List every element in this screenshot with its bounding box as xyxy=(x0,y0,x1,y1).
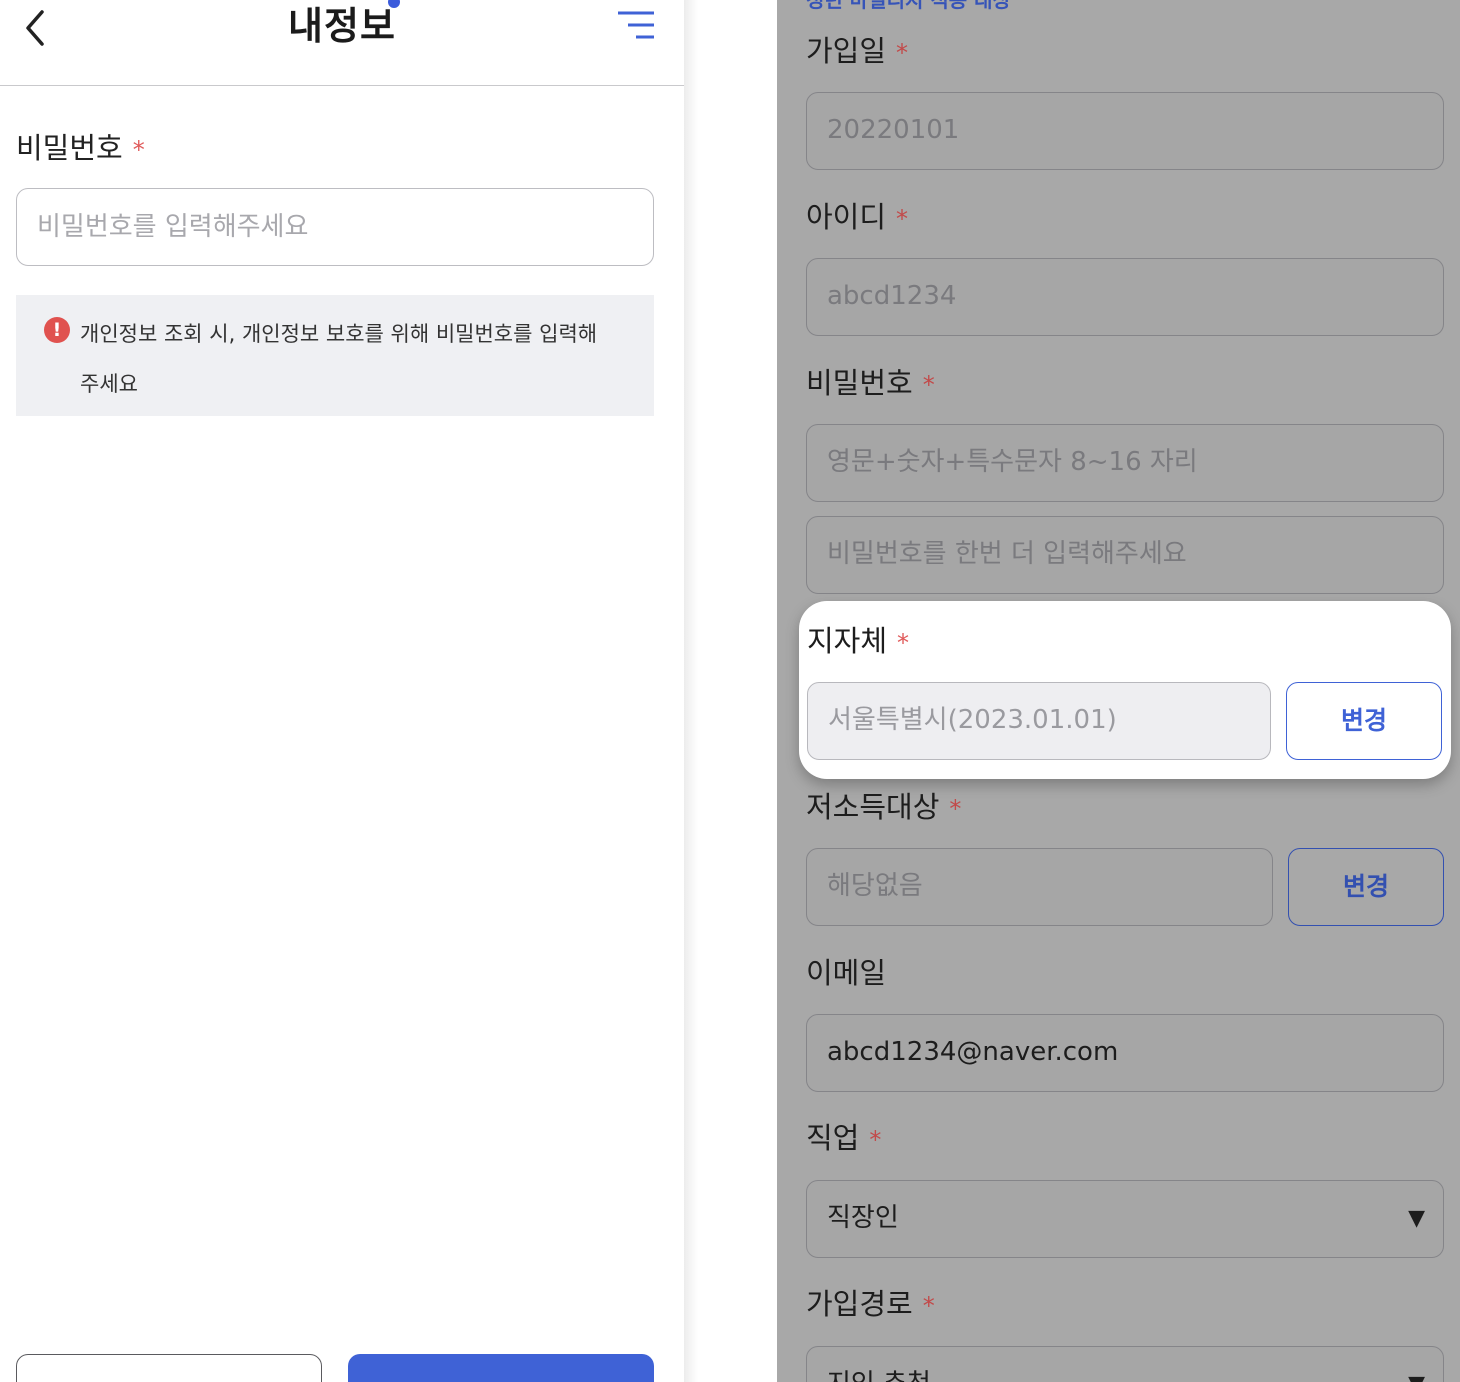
required-mark: * xyxy=(897,629,910,657)
dropdown-arrow-icon: ▼ xyxy=(1408,1347,1425,1382)
low-income-label: 저소득대상 * xyxy=(806,790,962,824)
region-field: 서울특별시(2023.01.01) xyxy=(807,682,1271,760)
join-date-label: 가입일 * xyxy=(806,34,909,68)
confirm-button[interactable] xyxy=(348,1354,654,1382)
email-input[interactable]: abcd1234@naver.com xyxy=(806,1014,1444,1092)
email-label: 이메일 xyxy=(806,956,887,990)
app-header: 내정보 xyxy=(0,0,684,86)
required-mark: * xyxy=(869,1126,882,1154)
region-label: 지자체 * xyxy=(807,624,910,658)
join-path-label: 가입경로 * xyxy=(806,1287,935,1321)
join-path-select[interactable]: 지인 추천 ▼ xyxy=(806,1346,1444,1382)
job-label: 직업 * xyxy=(806,1121,882,1155)
required-mark: * xyxy=(949,795,962,823)
panel-gap xyxy=(684,0,777,1382)
privacy-notice: ! 개인정보 조회 시, 개인정보 보호를 위해 비밀번호를 입력해주세요 xyxy=(16,295,654,416)
required-mark: * xyxy=(132,136,145,164)
region-change-button[interactable]: 변경 xyxy=(1286,682,1442,760)
youth-mileage-label: 청년 마일리지 적용 대상 xyxy=(806,0,1011,12)
join-date-field: 20220101 xyxy=(806,92,1444,170)
password-verify-panel: 내정보 비밀번호 * ! 개인정보 조회 시, 개인정보 보호를 위해 비밀번호를… xyxy=(0,0,684,1382)
menu-icon[interactable] xyxy=(614,6,658,42)
job-select[interactable]: 직장인 ▼ xyxy=(806,1180,1444,1258)
low-income-field: 해당없음 xyxy=(806,848,1273,926)
confirm-password-input[interactable]: 비밀번호를 한번 더 입력해주세요 xyxy=(806,516,1444,594)
cancel-button[interactable] xyxy=(16,1354,322,1382)
password-label: 비밀번호 * xyxy=(806,366,935,400)
password-input[interactable] xyxy=(16,188,654,266)
page-title: 내정보 xyxy=(288,4,396,48)
user-id-field: abcd1234 xyxy=(806,258,1444,336)
screen-root: 내정보 비밀번호 * ! 개인정보 조회 시, 개인정보 보호를 위해 비밀번호를… xyxy=(0,0,1460,1382)
new-password-input[interactable]: 영문+숫자+특수문자 8~16 자리 xyxy=(806,424,1444,502)
join-path-select-value: 지인 추천 xyxy=(827,1369,931,1382)
job-select-value: 직장인 xyxy=(827,1203,899,1233)
required-mark: * xyxy=(896,39,909,67)
profile-edit-panel: 청년 마일리지 적용 대상 가입일 * 20220101 아이디 * abcd123… xyxy=(777,0,1460,1382)
required-mark: * xyxy=(922,371,935,399)
required-mark: * xyxy=(922,1292,935,1320)
low-income-change-button[interactable]: 변경 xyxy=(1288,848,1444,926)
password-label: 비밀번호 * xyxy=(16,131,145,165)
user-id-label: 아이디 * xyxy=(806,200,909,234)
region-highlight-card: 지자체 * 서울특별시(2023.01.01) 변경 xyxy=(799,601,1451,779)
exclamation-icon: ! xyxy=(44,317,70,343)
notice-text: 개인정보 조회 시, 개인정보 보호를 위해 비밀번호를 입력해주세요 xyxy=(80,322,598,396)
dropdown-arrow-icon: ▼ xyxy=(1408,1206,1425,1231)
required-mark: * xyxy=(896,205,909,233)
